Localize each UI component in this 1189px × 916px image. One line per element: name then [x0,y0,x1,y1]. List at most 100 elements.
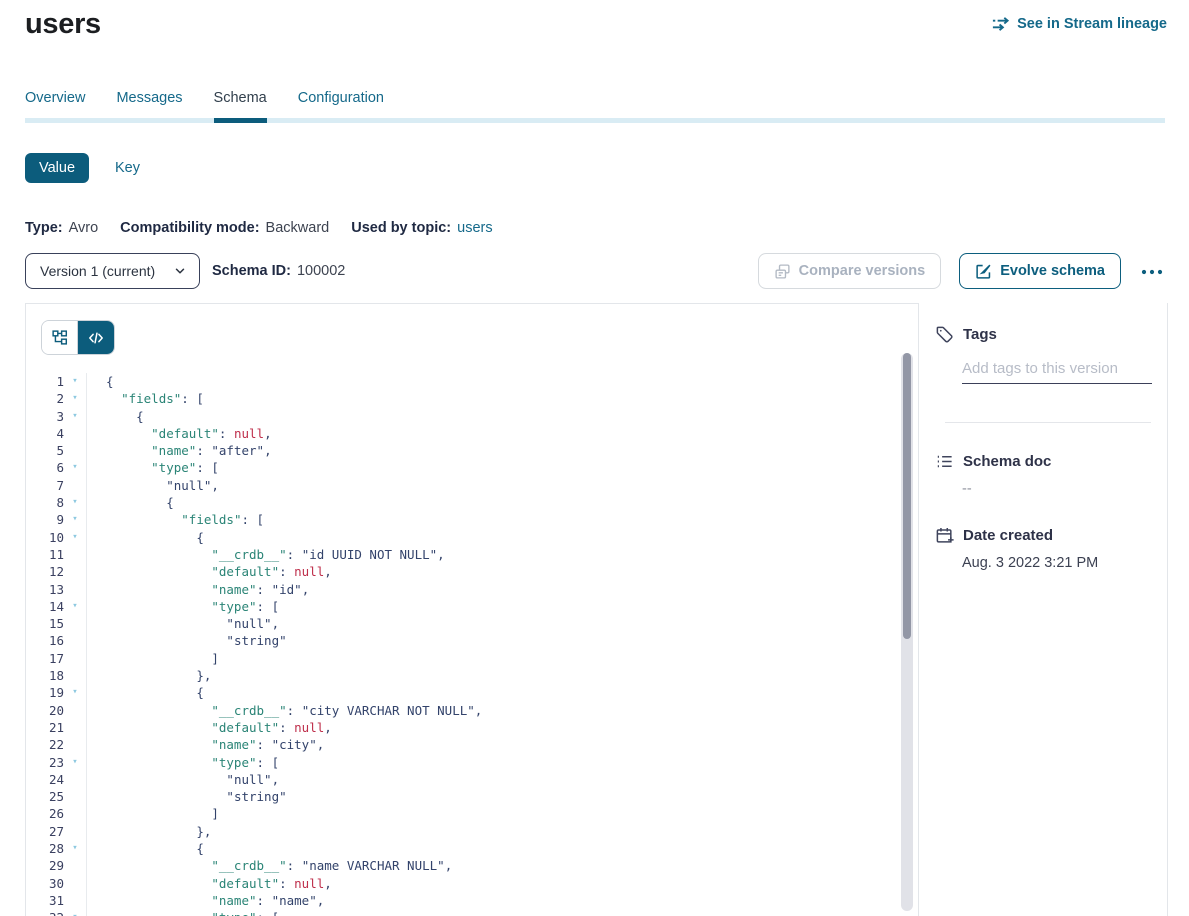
code-text: ] [86,650,219,667]
tags-heading-label: Tags [963,326,997,343]
tags-section-heading: Tags [935,325,1151,344]
tab-bar: Overview Messages Schema Configuration [25,90,384,123]
version-select[interactable]: Version 1 (current) [25,253,200,289]
evolve-schema-button[interactable]: Evolve schema [959,253,1121,289]
schema-doc-heading: Schema doc [935,452,1151,471]
fold-spacer [64,875,86,892]
code-scrollbar-track[interactable] [901,353,913,911]
fold-toggle-icon[interactable]: ▾ [64,459,86,476]
schema-view-toggle [41,320,115,355]
line-number: 5 [26,442,64,459]
line-number: 30 [26,875,64,892]
schema-meta-row: Type: Avro Compatibility mode: Backward … [25,220,493,236]
fold-toggle-icon[interactable]: ▾ [64,598,86,615]
code-text: "__crdb__": "name VARCHAR NULL", [86,857,452,874]
line-number: 15 [26,615,64,632]
meta-compatibility: Compatibility mode: Backward [120,220,329,236]
code-line: 27 }, [26,823,898,840]
fold-toggle-icon[interactable]: ▾ [64,373,86,390]
stream-lineage-icon [991,15,1010,33]
fold-toggle-icon[interactable]: ▾ [64,390,86,407]
fold-toggle-icon[interactable]: ▾ [64,529,86,546]
tab-schema[interactable]: Schema [214,90,267,123]
schema-doc-heading-label: Schema doc [963,453,1051,470]
fold-spacer [64,615,86,632]
fold-spacer [64,805,86,822]
code-text: "fields": [ [86,511,264,528]
fold-toggle-icon[interactable]: ▾ [64,840,86,857]
line-number: 20 [26,702,64,719]
code-text: "name": "name", [86,892,324,909]
fold-spacer [64,788,86,805]
line-number: 13 [26,581,64,598]
date-created-heading: Date created [935,526,1151,545]
more-options-button[interactable] [1139,260,1165,283]
code-line: 26 ] [26,805,898,822]
line-number: 27 [26,823,64,840]
code-text: "null", [86,615,279,632]
list-icon [935,452,954,471]
tab-overview[interactable]: Overview [25,90,85,123]
code-text: { [86,684,204,701]
line-number: 8 [26,494,64,511]
schema-code-panel: 1▾{2▾ "fields": [3▾ {4 "default": null,5… [25,303,919,916]
type-value: Avro [69,220,99,236]
code-text: "type": [ [86,598,279,615]
line-number: 17 [26,650,64,667]
code-view-button[interactable] [78,321,114,354]
code-text: "null", [86,477,219,494]
code-text: { [86,840,204,857]
topic-link[interactable]: users [457,220,492,236]
see-in-stream-lineage-link[interactable]: See in Stream lineage [991,15,1167,33]
code-line: 3▾ { [26,408,898,425]
used-by-topic-label: Used by topic: [351,220,451,236]
line-number: 21 [26,719,64,736]
line-number: 29 [26,857,64,874]
code-line: 5 "name": "after", [26,442,898,459]
code-line: 7 "null", [26,477,898,494]
compare-versions-button[interactable]: Compare versions [758,253,942,289]
code-text: { [86,408,144,425]
code-line: 17 ] [26,650,898,667]
fold-toggle-icon[interactable]: ▾ [64,511,86,528]
line-number: 31 [26,892,64,909]
fold-spacer [64,546,86,563]
code-text: "default": null, [86,719,332,736]
line-number: 16 [26,632,64,649]
code-line: 29 "__crdb__": "name VARCHAR NULL", [26,857,898,874]
code-text: "type": [ [86,459,219,476]
code-line: 24 "null", [26,771,898,788]
code-line: 12 "default": null, [26,563,898,580]
fold-toggle-icon[interactable]: ▾ [64,754,86,771]
value-toggle-button[interactable]: Value [25,153,89,183]
code-scrollbar-thumb[interactable] [903,353,911,639]
code-line: 25 "string" [26,788,898,805]
code-text: "fields": [ [86,390,204,407]
code-text: "string" [86,788,287,805]
line-number: 1 [26,373,64,390]
line-number: 11 [26,546,64,563]
fold-toggle-icon[interactable]: ▾ [64,408,86,425]
line-number: 25 [26,788,64,805]
sidebar-divider [945,422,1151,423]
meta-used-by-topic: Used by topic: users [351,220,492,236]
tree-view-button[interactable] [42,321,78,354]
fold-toggle-icon[interactable]: ▾ [64,494,86,511]
code-line: 18 }, [26,667,898,684]
line-number: 32 [26,909,64,916]
line-number: 2 [26,390,64,407]
schema-sidebar: Tags Schema doc -- Date created [919,303,1168,916]
key-toggle-button[interactable]: Key [115,160,140,176]
calendar-plus-icon [935,526,954,545]
version-select-value: Version 1 (current) [40,263,155,279]
meta-type: Type: Avro [25,220,98,236]
add-tags-input[interactable] [962,358,1152,384]
compare-versions-icon [774,263,791,280]
tab-messages[interactable]: Messages [116,90,182,123]
fold-toggle-icon[interactable]: ▾ [64,909,86,916]
line-number: 19 [26,684,64,701]
fold-spacer [64,892,86,909]
fold-toggle-icon[interactable]: ▾ [64,684,86,701]
schema-id: Schema ID: 100002 [212,263,345,279]
tab-configuration[interactable]: Configuration [298,90,384,123]
